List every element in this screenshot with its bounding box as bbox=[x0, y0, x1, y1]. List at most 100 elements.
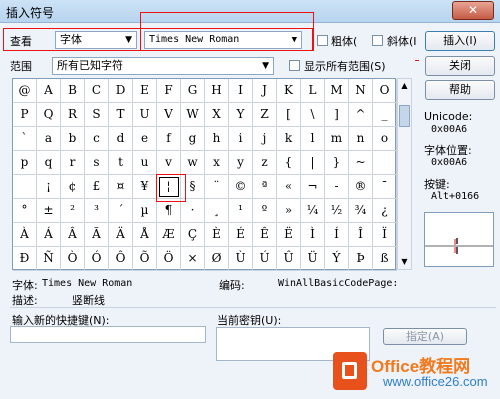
char-cell[interactable]: \ bbox=[301, 103, 325, 127]
char-cell[interactable]: Z bbox=[253, 103, 277, 127]
char-cell[interactable]: a bbox=[37, 127, 61, 151]
char-cell[interactable]: S bbox=[85, 103, 109, 127]
char-cell[interactable]: ¯ bbox=[373, 175, 397, 199]
new-shortcut-input[interactable] bbox=[10, 326, 206, 343]
char-cell[interactable]: Ò bbox=[61, 247, 85, 271]
char-cell[interactable]: ² bbox=[61, 199, 85, 223]
char-cell[interactable]: º bbox=[253, 199, 277, 223]
char-cell[interactable]: c bbox=[85, 127, 109, 151]
char-cell[interactable]: m bbox=[325, 127, 349, 151]
char-cell[interactable]: ® bbox=[349, 175, 373, 199]
char-cell[interactable]: p bbox=[13, 151, 37, 175]
char-cell[interactable]: Ð bbox=[13, 247, 37, 271]
char-cell[interactable]: ¥ bbox=[133, 175, 157, 199]
char-cell[interactable]: Q bbox=[37, 103, 61, 127]
char-cell[interactable]: Ã bbox=[85, 223, 109, 247]
char-cell[interactable]: ª bbox=[253, 175, 277, 199]
char-cell[interactable]: ¾ bbox=[349, 199, 373, 223]
char-cell[interactable]: Ï bbox=[373, 223, 397, 247]
window-close-button[interactable]: ✕ bbox=[452, 1, 494, 20]
char-cell[interactable]: I bbox=[229, 79, 253, 103]
char-cell[interactable]: ¤ bbox=[109, 175, 133, 199]
char-cell[interactable]: × bbox=[181, 247, 205, 271]
char-cell[interactable]: R bbox=[61, 103, 85, 127]
char-cell[interactable]: ` bbox=[13, 127, 37, 151]
char-cell[interactable]: b bbox=[61, 127, 85, 151]
char-cell[interactable]: L bbox=[301, 79, 325, 103]
char-cell[interactable]: Ú bbox=[253, 247, 277, 271]
char-cell[interactable]: Ó bbox=[85, 247, 109, 271]
char-cell[interactable]: f bbox=[157, 127, 181, 151]
char-cell[interactable]: z bbox=[253, 151, 277, 175]
grid-scrollbar[interactable]: ▲ ▼ bbox=[397, 78, 412, 270]
char-cell[interactable]: Ù bbox=[229, 247, 253, 271]
char-cell[interactable]: J bbox=[253, 79, 277, 103]
italic-checkbox[interactable] bbox=[372, 35, 383, 46]
char-cell[interactable]: È bbox=[205, 223, 229, 247]
char-cell[interactable]: ³ bbox=[85, 199, 109, 223]
char-cell[interactable]: Ö bbox=[157, 247, 181, 271]
char-cell[interactable]: ¬ bbox=[301, 175, 325, 199]
char-cell[interactable]: T bbox=[109, 103, 133, 127]
char-cell[interactable]: n bbox=[349, 127, 373, 151]
char-cell[interactable]: N bbox=[349, 79, 373, 103]
char-cell[interactable]: ¢ bbox=[61, 175, 85, 199]
char-cell[interactable]: V bbox=[157, 103, 181, 127]
char-cell[interactable]: Ê bbox=[253, 223, 277, 247]
show-all-checkbox[interactable] bbox=[289, 60, 300, 71]
char-cell[interactable]: O bbox=[373, 79, 397, 103]
char-cell[interactable]: [ bbox=[277, 103, 301, 127]
char-cell[interactable]: W bbox=[181, 103, 205, 127]
char-cell[interactable]: Á bbox=[37, 223, 61, 247]
char-cell[interactable]: { bbox=[277, 151, 301, 175]
char-cell[interactable]: M bbox=[325, 79, 349, 103]
char-cell[interactable]: Õ bbox=[133, 247, 157, 271]
char-cell[interactable]: k bbox=[277, 127, 301, 151]
char-cell[interactable]: l bbox=[301, 127, 325, 151]
char-cell[interactable]: r bbox=[61, 151, 85, 175]
char-cell[interactable] bbox=[373, 151, 397, 175]
char-cell[interactable]: | bbox=[301, 151, 325, 175]
char-cell[interactable]: ´ bbox=[109, 199, 133, 223]
char-cell[interactable]: ± bbox=[37, 199, 61, 223]
font-mode-select[interactable]: 字体 ▼ bbox=[55, 31, 137, 49]
char-cell[interactable]: w bbox=[181, 151, 205, 175]
char-cell[interactable]: j bbox=[253, 127, 277, 151]
scroll-up-icon[interactable]: ▲ bbox=[398, 79, 411, 93]
scroll-down-icon[interactable]: ▼ bbox=[398, 255, 411, 269]
char-cell[interactable]: E bbox=[133, 79, 157, 103]
insert-button[interactable]: 插入(I) bbox=[425, 31, 495, 51]
char-cell[interactable]: - bbox=[325, 175, 349, 199]
char-cell[interactable]: Ë bbox=[277, 223, 301, 247]
char-cell[interactable]: ^ bbox=[349, 103, 373, 127]
bold-checkbox[interactable] bbox=[317, 35, 328, 46]
font-name-select[interactable]: Times New Roman ▼ bbox=[144, 31, 302, 49]
char-cell[interactable]: Ü bbox=[301, 247, 325, 271]
char-cell[interactable]: F bbox=[157, 79, 181, 103]
char-cell[interactable]: ¶ bbox=[157, 199, 181, 223]
char-cell[interactable]: } bbox=[325, 151, 349, 175]
char-cell[interactable]: · bbox=[181, 199, 205, 223]
char-cell[interactable]: D bbox=[109, 79, 133, 103]
char-cell[interactable]: G bbox=[181, 79, 205, 103]
char-cell[interactable]: i bbox=[229, 127, 253, 151]
char-cell[interactable]: v bbox=[157, 151, 181, 175]
char-cell[interactable]: C bbox=[85, 79, 109, 103]
char-cell[interactable]: £ bbox=[85, 175, 109, 199]
char-cell[interactable]: ¡ bbox=[37, 175, 61, 199]
char-cell[interactable]: ¿ bbox=[373, 199, 397, 223]
char-cell[interactable]: Ô bbox=[109, 247, 133, 271]
char-cell[interactable]: ] bbox=[325, 103, 349, 127]
char-cell[interactable]: t bbox=[109, 151, 133, 175]
char-cell[interactable]: Å bbox=[133, 223, 157, 247]
char-cell[interactable]: x bbox=[205, 151, 229, 175]
char-cell[interactable]: Ý bbox=[325, 247, 349, 271]
char-cell[interactable]: « bbox=[277, 175, 301, 199]
char-cell[interactable]: K bbox=[277, 79, 301, 103]
char-cell[interactable]: _ bbox=[373, 103, 397, 127]
char-cell[interactable]: ~ bbox=[349, 151, 373, 175]
assign-button[interactable]: 指定(A) bbox=[383, 328, 467, 345]
char-cell[interactable]: q bbox=[37, 151, 61, 175]
close-button[interactable]: 关闭 bbox=[425, 56, 495, 76]
char-cell[interactable]: Í bbox=[325, 223, 349, 247]
